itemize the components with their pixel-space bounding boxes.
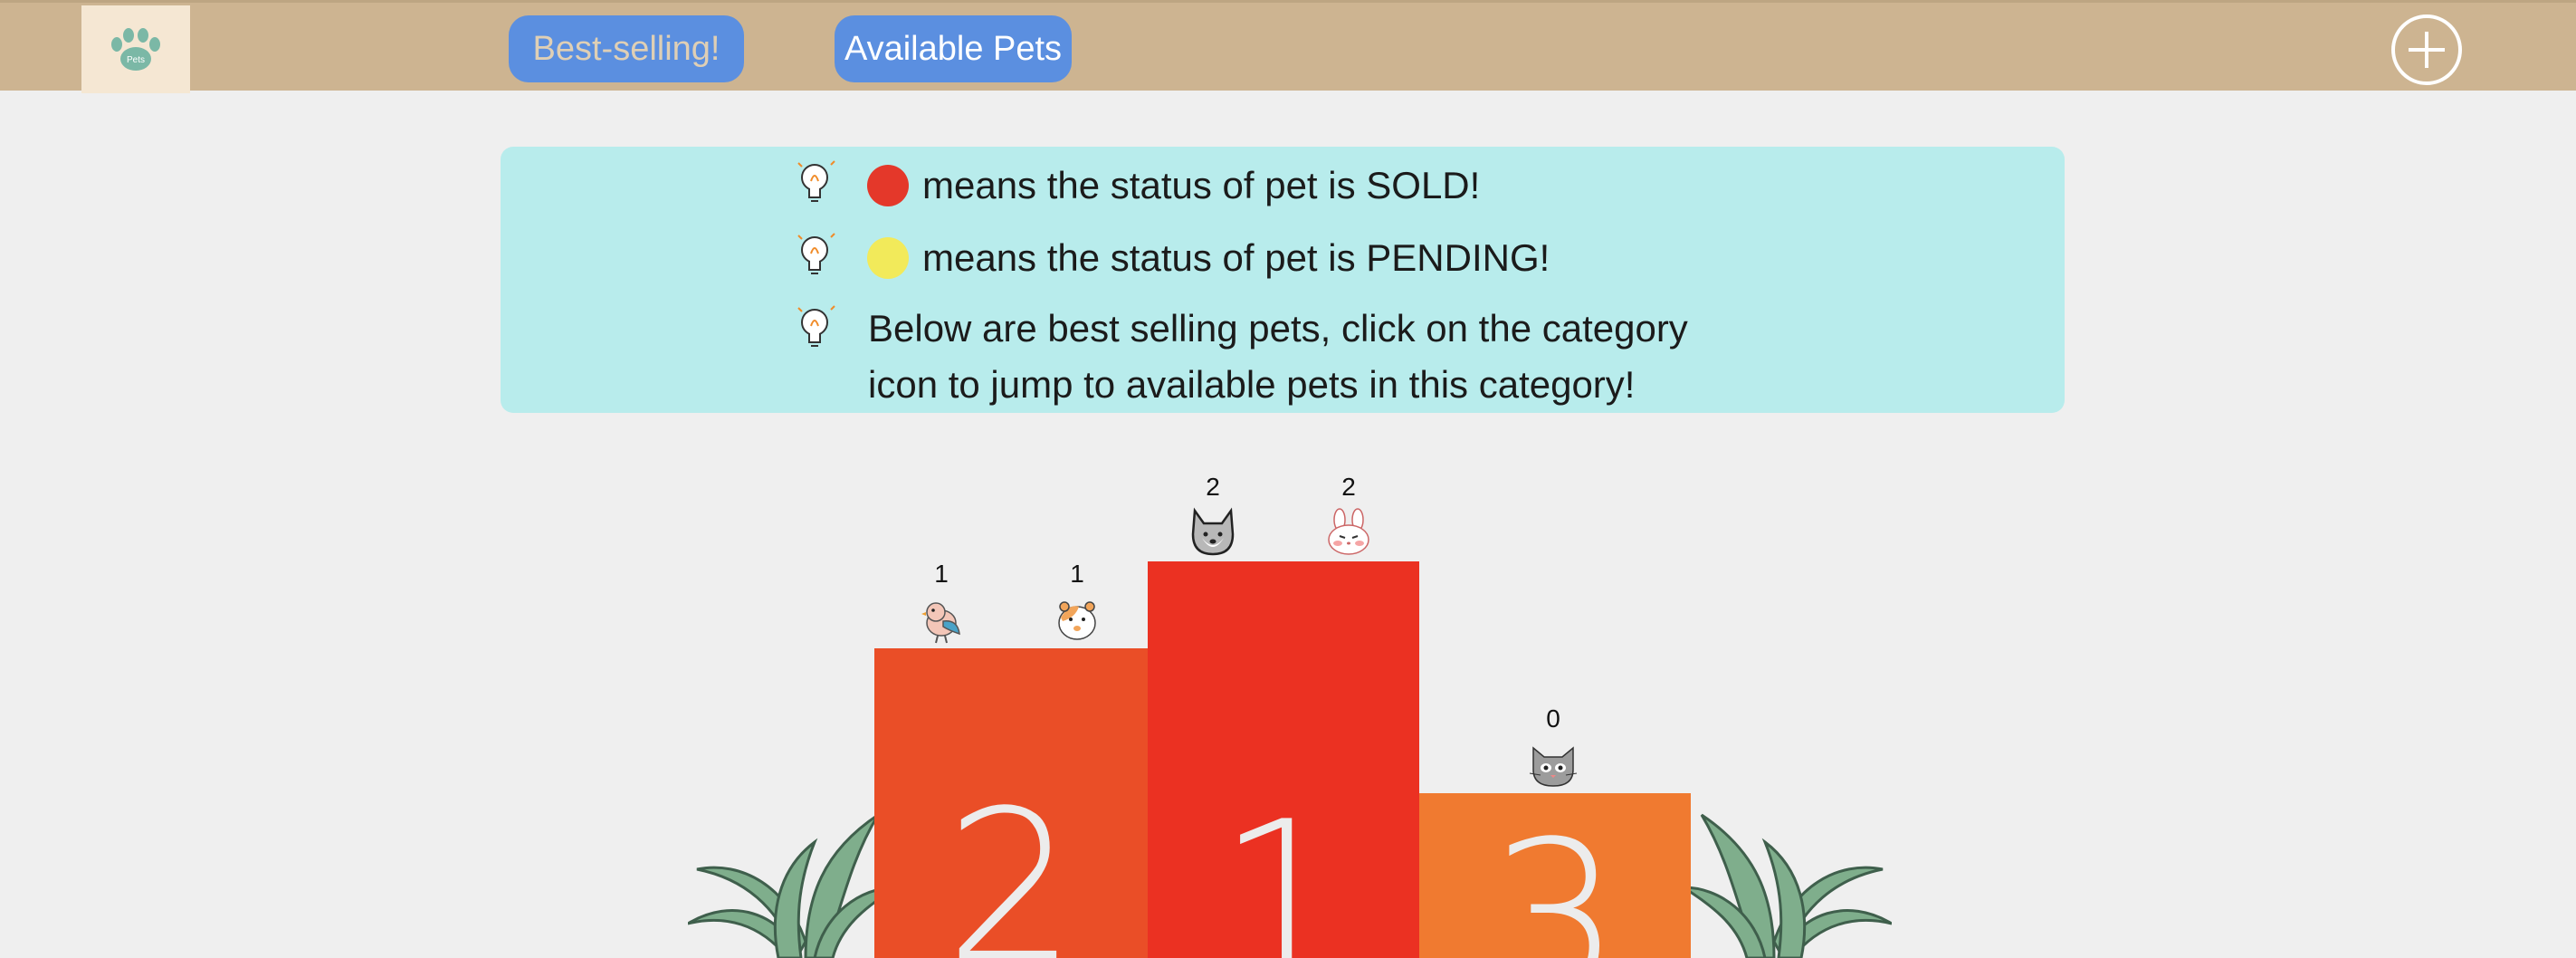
status-legend-panel: means the status of pet is SOLD! means t… [501, 147, 2065, 413]
rabbit-sold-count: 2 [1341, 473, 1356, 501]
rank-number-second: 2 [944, 767, 1078, 958]
available-pets-nav-button[interactable]: Available Pets [835, 15, 1072, 82]
hamster-sold-count: 1 [1070, 560, 1084, 588]
lightbulb-icon [797, 305, 835, 347]
dog-sold-count: 2 [1206, 473, 1220, 501]
bird-icon[interactable] [916, 594, 967, 645]
pending-status-dot [867, 237, 909, 279]
right-plant-decoration [1684, 813, 1892, 958]
paw-logo-icon: Pets [111, 27, 160, 71]
logo-text: Pets [127, 55, 145, 65]
sold-tip-text: means the status of pet is SOLD! [922, 164, 1481, 206]
best-selling-tip-line2: icon to jump to available pets in this c… [868, 363, 1636, 406]
podium-first-place: 1 [1148, 561, 1419, 958]
hamster-icon[interactable] [1052, 594, 1102, 645]
best-selling-nav-button[interactable]: Best-selling! [509, 15, 744, 82]
podium-third-place: 3 [1419, 793, 1691, 958]
rank-number-third: 3 [1488, 798, 1622, 958]
rabbit-icon[interactable] [1323, 507, 1374, 558]
sold-status-dot [867, 165, 909, 206]
lightbulb-icon [797, 160, 835, 202]
podium-second-place: 2 [874, 648, 1148, 958]
dog-icon[interactable] [1188, 507, 1238, 558]
rank-number-first: 1 [1216, 778, 1350, 958]
left-plant-decoration [688, 813, 896, 958]
cat-sold-count: 0 [1546, 704, 1560, 733]
top-navigation-bar: Pets Best-selling! Available Pets [0, 0, 2576, 93]
pending-tip-text: means the status of pet is PENDING! [922, 236, 1550, 279]
best-selling-tip-line1: Below are best selling pets, click on th… [868, 307, 1688, 350]
add-pet-icon[interactable] [2390, 14, 2463, 86]
bird-sold-count: 1 [934, 560, 949, 588]
cat-icon[interactable] [1528, 739, 1579, 790]
lightbulb-icon [797, 233, 835, 274]
pets-logo[interactable]: Pets [81, 5, 190, 93]
